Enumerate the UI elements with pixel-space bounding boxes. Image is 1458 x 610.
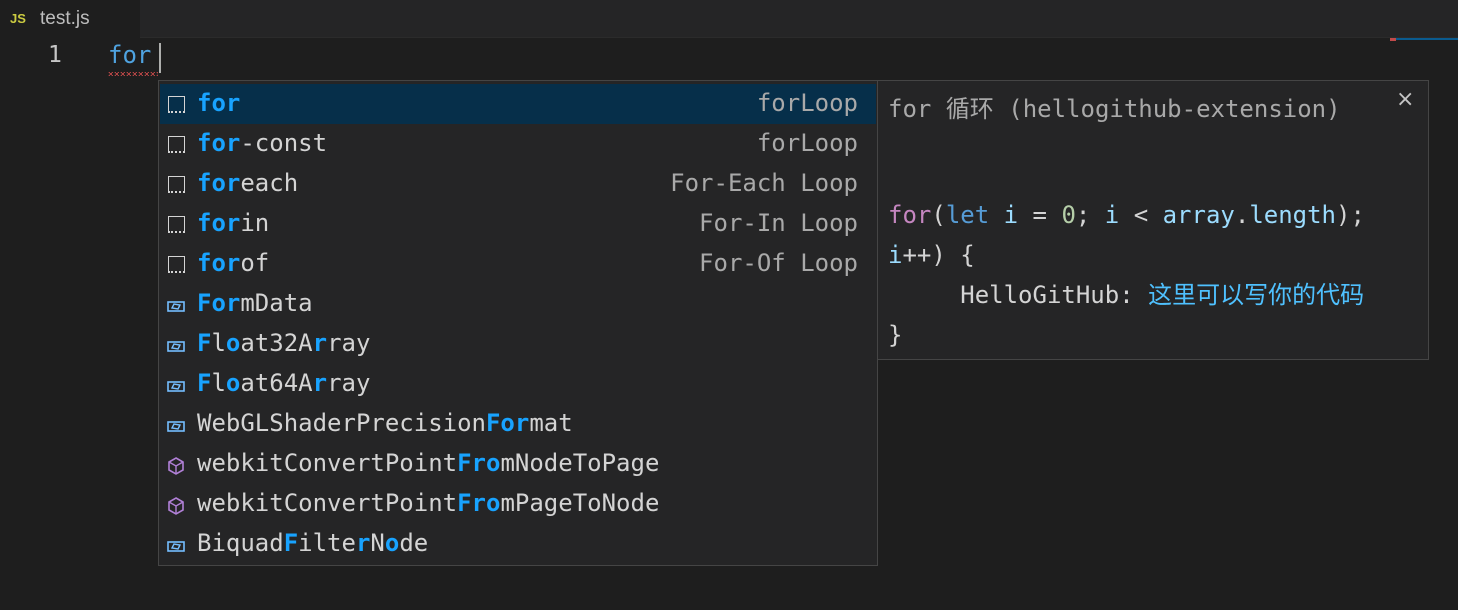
line-number: 1 <box>48 42 62 68</box>
suggestion-item[interactable]: webkitConvertPointFromNodeToPage <box>160 444 876 484</box>
suggestion-item[interactable]: for-const forLoop <box>160 124 876 164</box>
suggestion-label: Float32Array <box>197 329 371 357</box>
details-title: for 循环 (hellogithub-extension) <box>888 95 1341 123</box>
suggestion-item[interactable]: forin For-In Loop <box>160 204 876 244</box>
variable-icon <box>166 536 186 556</box>
text-cursor <box>159 43 161 73</box>
suggestion-item[interactable]: BiquadFilterNode <box>160 524 876 564</box>
suggestion-label: webkitConvertPointFromNodeToPage <box>197 449 660 477</box>
variable-icon <box>166 416 186 436</box>
snippet-icon <box>168 216 185 233</box>
tab-bar: JS test.js <box>0 0 1458 38</box>
suggestion-label: forin <box>197 209 270 237</box>
suggestion-label: WebGLShaderPrecisionFormat <box>197 409 573 437</box>
suggestion-label: BiquadFilterNode <box>197 529 429 557</box>
suggestion-label: Float64Array <box>197 369 371 397</box>
suggestion-detail: forLoop <box>756 89 858 117</box>
variable-icon <box>166 376 186 396</box>
suggest-details-pane: for 循环 (hellogithub-extension) × for(let… <box>877 80 1429 360</box>
suggestion-item[interactable]: forof For-Of Loop <box>160 244 876 284</box>
suggestion-item[interactable]: FormData <box>160 284 876 324</box>
suggestion-item[interactable]: for forLoop <box>160 84 876 124</box>
details-code-line: i++) { <box>888 241 975 269</box>
suggestion-item[interactable]: Float64Array <box>160 364 876 404</box>
editor-window: JS test.js 1 for for forLoop for-const forL… <box>0 0 1458 610</box>
code-text[interactable]: for <box>108 41 151 69</box>
suggestion-label: for <box>197 89 241 117</box>
suggestion-label: for-const <box>197 129 328 157</box>
suggestion-label: forof <box>197 249 270 277</box>
error-marker <box>1390 38 1396 41</box>
close-icon[interactable]: × <box>1396 87 1414 112</box>
method-icon <box>166 456 186 476</box>
suggestion-detail: For-Each Loop <box>670 169 858 197</box>
details-code-line: HelloGitHub: 这里可以写你的代码 <box>888 281 1365 309</box>
suggest-widget: for forLoop for-const forLoop foreach For-Eac… <box>158 80 878 566</box>
tab-bar-empty-area <box>140 0 1458 38</box>
variable-icon <box>166 296 186 316</box>
suggestion-detail: For-In Loop <box>699 209 858 237</box>
javascript-file-icon: JS <box>10 11 26 26</box>
suggestion-item[interactable]: webkitConvertPointFromPageToNode <box>160 484 876 524</box>
variable-icon <box>166 336 186 356</box>
suggestion-item[interactable]: foreach For-Each Loop <box>160 164 876 204</box>
tab-label: test.js <box>40 8 90 29</box>
error-squiggle <box>108 72 158 76</box>
details-code: for(let i = 0; i < array.length); i++) { … <box>888 195 1428 355</box>
details-code-line: for(let i = 0; i < array.length); <box>888 201 1365 229</box>
details-code-line: } <box>888 321 903 349</box>
snippet-icon <box>168 176 185 193</box>
suggestion-label: foreach <box>197 169 299 197</box>
snippet-icon <box>168 96 185 113</box>
tab-test-js[interactable]: JS test.js <box>0 0 140 38</box>
suggestion-label: webkitConvertPointFromPageToNode <box>197 489 660 517</box>
method-icon <box>166 496 186 516</box>
suggestion-item[interactable]: WebGLShaderPrecisionFormat <box>160 404 876 444</box>
snippet-icon <box>168 136 185 153</box>
snippet-icon <box>168 256 185 273</box>
suggestion-detail: forLoop <box>756 129 858 157</box>
scrollbar-indicator[interactable] <box>1392 38 1458 40</box>
suggestion-detail: For-Of Loop <box>699 249 858 277</box>
suggestion-label: FormData <box>197 289 313 317</box>
suggestion-item[interactable]: Float32Array <box>160 324 876 364</box>
